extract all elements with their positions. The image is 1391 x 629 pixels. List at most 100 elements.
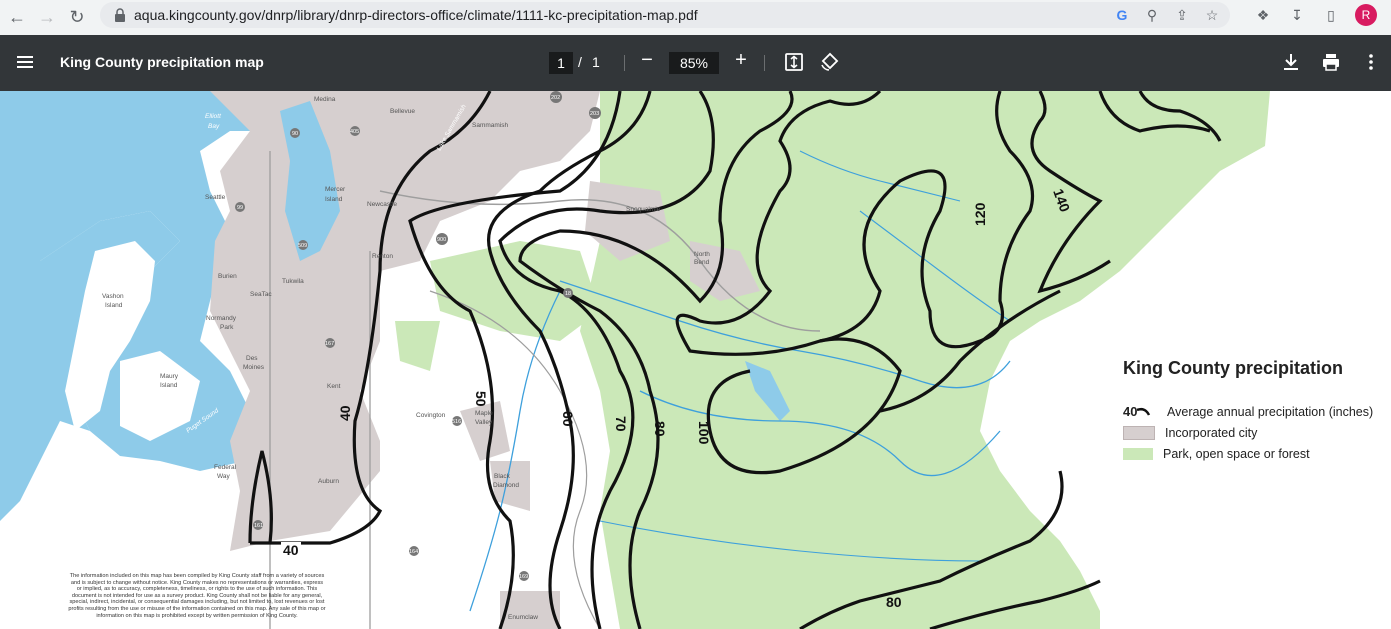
extension-area: ❖ ↧ ▯ R xyxy=(1253,4,1377,26)
svg-text:Newcastle: Newcastle xyxy=(367,201,397,208)
svg-text:Valley: Valley xyxy=(475,419,493,426)
svg-text:Maple: Maple xyxy=(475,410,493,417)
browser-chrome: ← → ↻ aqua.kingcounty.gov/dnrp/library/d… xyxy=(0,0,1391,35)
svg-text:18: 18 xyxy=(565,291,571,297)
svg-text:50: 50 xyxy=(473,391,489,407)
svg-text:Island: Island xyxy=(105,302,123,309)
print-icon[interactable] xyxy=(1320,51,1342,73)
legend-label: Incorporated city xyxy=(1165,425,1258,440)
svg-text:Des: Des xyxy=(246,355,258,362)
svg-text:516: 516 xyxy=(452,419,461,425)
share-icon[interactable]: ⇪ xyxy=(1172,5,1192,25)
zoom-in-button[interactable]: + xyxy=(730,49,752,72)
reload-icon[interactable]: ↻ xyxy=(64,5,90,31)
svg-text:Way: Way xyxy=(217,473,231,480)
rotate-icon[interactable] xyxy=(818,51,840,73)
svg-text:202: 202 xyxy=(551,95,560,101)
incorporated-city-swatch xyxy=(1123,425,1155,440)
zoom-level-input[interactable]: 85% xyxy=(669,52,719,74)
svg-text:Renton: Renton xyxy=(372,253,393,260)
svg-text:Medina: Medina xyxy=(314,96,336,103)
star-icon[interactable]: ☆ xyxy=(1202,5,1222,25)
pdf-page: Medina Bellevue Sammamish Elliott Bay Se… xyxy=(0,91,1391,629)
svg-text:Burien: Burien xyxy=(218,273,237,280)
park-swatch xyxy=(1123,447,1153,460)
svg-text:99: 99 xyxy=(237,205,243,211)
svg-text:60: 60 xyxy=(560,411,576,427)
extensions-icon[interactable]: ❖ xyxy=(1253,5,1273,25)
svg-text:90: 90 xyxy=(292,131,298,137)
svg-text:80: 80 xyxy=(652,421,668,437)
svg-text:Bend: Bend xyxy=(694,259,710,266)
svg-text:169: 169 xyxy=(519,574,528,580)
svg-text:Island: Island xyxy=(160,382,178,389)
svg-text:North: North xyxy=(694,251,710,258)
svg-text:Moines: Moines xyxy=(243,364,265,371)
svg-text:900: 900 xyxy=(437,237,446,243)
svg-text:80: 80 xyxy=(886,594,902,610)
download-icon[interactable]: ↧ xyxy=(1287,5,1307,25)
page-separator: / xyxy=(578,54,582,70)
svg-text:167: 167 xyxy=(325,341,334,347)
svg-text:Bellevue: Bellevue xyxy=(390,108,415,115)
toolbar-divider xyxy=(764,55,765,71)
svg-text:Maury: Maury xyxy=(160,373,179,380)
svg-text:Park: Park xyxy=(220,324,234,331)
svg-text:Tukwila: Tukwila xyxy=(282,278,304,285)
total-pages: 1 xyxy=(592,54,600,70)
legend-title: King County precipitation xyxy=(1123,358,1343,378)
url-text[interactable]: aqua.kingcounty.gov/dnrp/library/dnrp-di… xyxy=(134,7,698,23)
svg-text:Mercer: Mercer xyxy=(325,186,346,193)
svg-text:Covington: Covington xyxy=(416,412,446,419)
svg-text:120: 120 xyxy=(972,202,988,226)
forward-arrow-icon[interactable]: → xyxy=(34,5,60,31)
back-arrow-icon[interactable]: ← xyxy=(4,5,30,31)
download-icon[interactable] xyxy=(1280,51,1302,73)
svg-text:40: 40 xyxy=(337,405,353,421)
svg-text:509: 509 xyxy=(298,243,307,249)
svg-text:161: 161 xyxy=(254,523,263,529)
svg-text:Normandy: Normandy xyxy=(206,315,237,322)
menu-icon[interactable] xyxy=(16,52,36,72)
lock-icon[interactable] xyxy=(114,8,126,22)
fit-page-icon[interactable] xyxy=(783,51,805,73)
svg-text:Diamond: Diamond xyxy=(493,482,519,489)
avatar[interactable]: R xyxy=(1355,4,1377,26)
svg-text:Elliott: Elliott xyxy=(205,113,222,120)
svg-text:Auburn: Auburn xyxy=(318,478,339,485)
svg-text:405: 405 xyxy=(350,129,359,135)
toolbar-divider xyxy=(624,55,625,71)
svg-text:70: 70 xyxy=(613,416,629,432)
svg-text:203: 203 xyxy=(590,111,599,117)
svg-text:Sammamish: Sammamish xyxy=(472,122,509,129)
svg-text:Island: Island xyxy=(325,196,343,203)
legend-row-park: Park, open space or forest xyxy=(1123,443,1373,464)
svg-text:164: 164 xyxy=(409,549,418,555)
legend-label: Park, open space or forest xyxy=(1163,446,1310,461)
contour-line-icon: 40 xyxy=(1123,404,1157,419)
zoom-out-button[interactable]: − xyxy=(636,49,658,72)
document-title: King County precipitation map xyxy=(60,54,264,70)
legend-row-city: Incorporated city xyxy=(1123,422,1373,443)
svg-text:Vashon: Vashon xyxy=(102,293,124,300)
svg-text:Black: Black xyxy=(494,473,511,480)
legend-contour-sample: 40 xyxy=(1123,404,1138,419)
svg-text:Bay: Bay xyxy=(208,123,220,130)
legend-label: Average annual precipitation (inches) xyxy=(1167,404,1374,419)
svg-text:SeaTac: SeaTac xyxy=(250,291,272,298)
svg-text:Seattle: Seattle xyxy=(205,194,226,201)
svg-text:40: 40 xyxy=(283,542,299,558)
page-number-input[interactable]: 1 xyxy=(549,52,573,74)
pdf-toolbar: King County precipitation map 1 / 1 − 85… xyxy=(0,35,1391,91)
svg-text:100: 100 xyxy=(696,421,712,445)
address-bar[interactable]: aqua.kingcounty.gov/dnrp/library/dnrp-di… xyxy=(100,2,1230,28)
google-icon[interactable]: G xyxy=(1112,5,1132,25)
sidepanel-icon[interactable]: ▯ xyxy=(1321,5,1341,25)
map-legend: King County precipitation 40 Average ann… xyxy=(1123,358,1373,464)
svg-text:Snoqualmie: Snoqualmie xyxy=(626,206,661,213)
zoom-icon[interactable]: ⚲ xyxy=(1142,5,1162,25)
more-options-icon[interactable] xyxy=(1360,51,1382,73)
svg-text:Enumclaw: Enumclaw xyxy=(508,614,538,621)
disclaimer-text: The information included on this map has… xyxy=(68,573,326,619)
svg-text:Federal: Federal xyxy=(214,464,237,471)
